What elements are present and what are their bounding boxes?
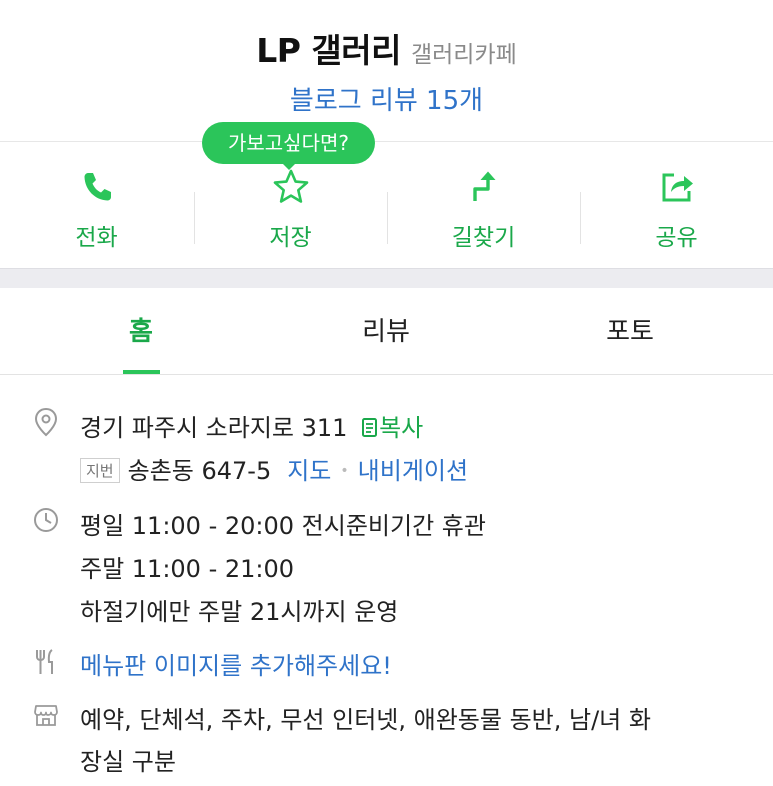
action-bar: 전화 저장 길찾기 공유 (0, 142, 773, 268)
road-address-line: 경기 파주시 소라지로 311 복사 (80, 408, 423, 443)
map-link[interactable]: 지도 (287, 457, 331, 485)
tab-bar: 홈 리뷰 포토 (0, 289, 773, 375)
store-icon (33, 702, 59, 730)
directions-icon (464, 167, 504, 207)
hours-line-1: 평일 11:00 - 20:00 전시준비기간 휴관 (80, 512, 486, 540)
place-name: LP 갤러리 (256, 31, 401, 70)
copy-icon (362, 418, 378, 437)
tab-review[interactable]: 리뷰 (336, 289, 436, 375)
navigation-link[interactable]: 내비게이션 (358, 457, 468, 485)
title-row: LP 갤러리 갤러리카페 (0, 24, 773, 72)
tab-home[interactable]: 홈 (91, 289, 191, 375)
location-pin-icon (33, 407, 59, 437)
add-menu-image-link[interactable]: 메뉴판 이미지를 추가해주세요! (80, 646, 392, 681)
clock-icon (33, 507, 59, 535)
share-button[interactable]: 공유 (580, 142, 773, 268)
phone-icon (77, 167, 117, 207)
tab-photo[interactable]: 포토 (580, 289, 680, 375)
amenities-line-2: 장실 구분 (80, 748, 176, 776)
directions-label: 길찾기 (451, 225, 516, 251)
save-label: 저장 (269, 225, 312, 251)
link-separator: • (340, 463, 349, 479)
active-tab-indicator (123, 370, 160, 374)
road-address: 경기 파주시 소라지로 311 (80, 414, 348, 442)
copy-label: 복사 (379, 414, 424, 442)
amenities-line-1: 예약, 단체석, 주차, 무선 인터넷, 애완동물 동반, 남/녀 화 (80, 706, 651, 734)
jibun-chip: 지번 (80, 458, 120, 483)
call-button[interactable]: 전화 (0, 142, 193, 268)
directions-button[interactable]: 길찾기 (387, 142, 580, 268)
place-category: 갤러리카페 (410, 42, 517, 68)
share-label: 공유 (655, 225, 698, 251)
copy-address-button[interactable]: 복사 (355, 414, 423, 442)
jibun-address-line: 지번 송촌동 647-5 지도 • 내비게이션 (80, 451, 468, 486)
hours-line-2: 주말 11:00 - 21:00 (80, 555, 295, 583)
call-label: 전화 (75, 225, 118, 251)
hours-line-3: 하절기에만 주말 21시까지 운영 (80, 598, 399, 626)
section-gap (0, 268, 773, 288)
jibun-address: 송촌동 647-5 (127, 457, 272, 485)
star-icon (271, 167, 311, 207)
save-promo-bubble[interactable]: 가보고싶다면? (202, 122, 375, 164)
share-icon (657, 167, 697, 207)
place-header: LP 갤러리 갤러리카페 블로그 리뷰 15개 (0, 0, 773, 140)
fork-knife-icon (33, 648, 59, 676)
blog-review-link[interactable]: 블로그 리뷰 15개 (0, 80, 773, 117)
bubble-tail (281, 162, 297, 170)
